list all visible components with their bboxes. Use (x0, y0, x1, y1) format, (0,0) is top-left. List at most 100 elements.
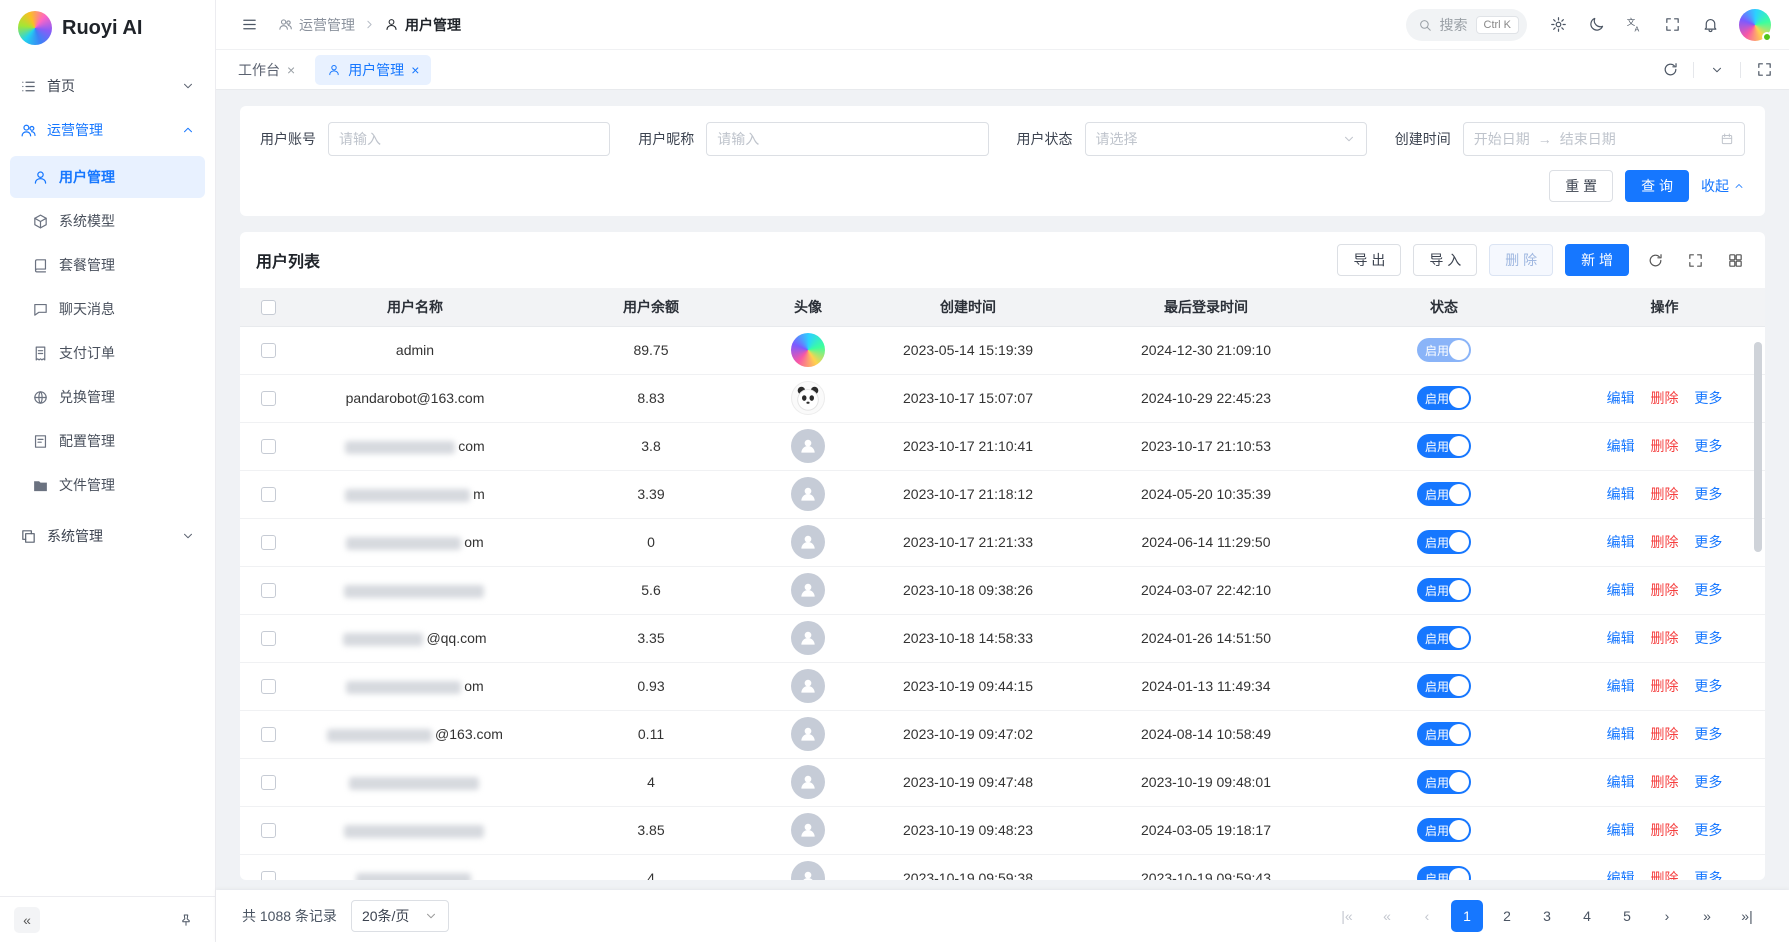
prev-page-button[interactable]: ‹ (1411, 900, 1443, 932)
date-range-input[interactable]: 开始日期 → 结束日期 (1463, 122, 1745, 156)
next-page-button[interactable]: › (1651, 900, 1683, 932)
edit-link[interactable]: 编辑 (1607, 870, 1635, 880)
more-link[interactable]: 更多 (1694, 870, 1722, 880)
sidebar-item-exchange-management[interactable]: 兑换管理 (10, 376, 205, 418)
edit-link[interactable]: 编辑 (1607, 534, 1635, 550)
translate-icon[interactable]: 文A (1619, 10, 1649, 40)
sidebar-item-user-management[interactable]: 用户管理 (10, 156, 205, 198)
row-checkbox[interactable] (261, 439, 276, 454)
close-icon[interactable]: × (287, 63, 295, 77)
dark-mode-icon[interactable] (1581, 10, 1611, 40)
edit-link[interactable]: 编辑 (1607, 390, 1635, 406)
delete-link[interactable]: 删除 (1651, 630, 1679, 646)
delete-link[interactable]: 删除 (1651, 678, 1679, 694)
fullscreen-icon[interactable] (1657, 10, 1687, 40)
status-toggle[interactable]: 启用 (1417, 626, 1471, 650)
row-checkbox[interactable] (261, 823, 276, 838)
sidebar-item-home[interactable]: 首页 (10, 64, 205, 108)
delete-link[interactable]: 删除 (1651, 486, 1679, 502)
row-checkbox[interactable] (261, 631, 276, 646)
row-checkbox[interactable] (261, 583, 276, 598)
row-checkbox[interactable] (261, 391, 276, 406)
sidebar-item-system-model[interactable]: 系统模型 (10, 200, 205, 242)
page-button[interactable]: 2 (1491, 900, 1523, 932)
status-toggle[interactable]: 启用 (1417, 386, 1471, 410)
expand-icon[interactable] (1749, 55, 1779, 85)
sidebar-item-file-management[interactable]: 文件管理 (10, 464, 205, 506)
account-input[interactable] (328, 122, 610, 156)
edit-link[interactable]: 编辑 (1607, 582, 1635, 598)
bell-icon[interactable] (1695, 10, 1725, 40)
edit-link[interactable]: 编辑 (1607, 438, 1635, 454)
page-button[interactable]: 3 (1531, 900, 1563, 932)
edit-link[interactable]: 编辑 (1607, 726, 1635, 742)
sidebar-item-config-management[interactable]: 配置管理 (10, 420, 205, 462)
more-link[interactable]: 更多 (1694, 630, 1722, 646)
row-checkbox[interactable] (261, 679, 276, 694)
delete-link[interactable]: 删除 (1651, 822, 1679, 838)
status-select[interactable]: 请选择 (1085, 122, 1367, 156)
status-toggle[interactable]: 启用 (1417, 578, 1471, 602)
export-button[interactable]: 导 出 (1337, 244, 1401, 276)
status-toggle[interactable]: 启用 (1417, 722, 1471, 746)
nickname-input[interactable] (706, 122, 988, 156)
more-link[interactable]: 更多 (1694, 390, 1722, 406)
status-toggle[interactable]: 启用 (1417, 770, 1471, 794)
edit-link[interactable]: 编辑 (1607, 486, 1635, 502)
status-toggle[interactable]: 启用 (1417, 434, 1471, 458)
page-size-select[interactable]: 20条/页 (351, 900, 449, 932)
row-checkbox[interactable] (261, 871, 276, 880)
edit-link[interactable]: 编辑 (1607, 822, 1635, 838)
more-link[interactable]: 更多 (1694, 678, 1722, 694)
select-all-checkbox[interactable] (261, 300, 276, 315)
sidebar-item-payment-orders[interactable]: 支付订单 (10, 332, 205, 374)
fullscreen-icon[interactable] (1681, 246, 1709, 274)
row-checkbox[interactable] (261, 487, 276, 502)
delete-link[interactable]: 删除 (1651, 534, 1679, 550)
status-toggle[interactable]: 启用 (1417, 338, 1471, 362)
close-icon[interactable]: × (411, 63, 419, 77)
status-toggle[interactable]: 启用 (1417, 674, 1471, 698)
prev-group-button[interactable]: « (1371, 900, 1403, 932)
row-checkbox[interactable] (261, 727, 276, 742)
menu-toggle-icon[interactable] (234, 10, 264, 40)
delete-button[interactable]: 删 除 (1489, 244, 1553, 276)
row-checkbox[interactable] (261, 343, 276, 358)
status-toggle[interactable]: 启用 (1417, 818, 1471, 842)
search-button[interactable]: 查 询 (1625, 170, 1689, 202)
more-link[interactable]: 更多 (1694, 822, 1722, 838)
delete-link[interactable]: 删除 (1651, 390, 1679, 406)
tab-workbench[interactable]: 工作台 × (226, 55, 307, 85)
collapse-filters-link[interactable]: 收起 (1701, 176, 1745, 196)
page-button[interactable]: 4 (1571, 900, 1603, 932)
delete-link[interactable]: 删除 (1651, 582, 1679, 598)
more-link[interactable]: 更多 (1694, 438, 1722, 454)
status-toggle[interactable]: 启用 (1417, 866, 1471, 880)
edit-link[interactable]: 编辑 (1607, 774, 1635, 790)
row-checkbox[interactable] (261, 535, 276, 550)
reset-button[interactable]: 重 置 (1549, 170, 1613, 202)
breadcrumb-operations[interactable]: 运营管理 (278, 15, 355, 35)
user-avatar[interactable] (1739, 9, 1771, 41)
more-link[interactable]: 更多 (1694, 582, 1722, 598)
add-button[interactable]: 新 增 (1565, 244, 1629, 276)
import-button[interactable]: 导 入 (1413, 244, 1477, 276)
sidebar-item-package-management[interactable]: 套餐管理 (10, 244, 205, 286)
last-page-button[interactable]: »| (1731, 900, 1763, 932)
scrollbar[interactable] (1754, 342, 1762, 552)
edit-link[interactable]: 编辑 (1607, 678, 1635, 694)
next-group-button[interactable]: » (1691, 900, 1723, 932)
delete-link[interactable]: 删除 (1651, 438, 1679, 454)
sidebar-item-operations[interactable]: 运营管理 (10, 108, 205, 152)
refresh-icon[interactable] (1655, 55, 1685, 85)
page-button[interactable]: 1 (1451, 900, 1483, 932)
refresh-icon[interactable] (1641, 246, 1669, 274)
column-settings-icon[interactable] (1721, 246, 1749, 274)
breadcrumb-user-management[interactable]: 用户管理 (384, 15, 461, 35)
delete-link[interactable]: 删除 (1651, 726, 1679, 742)
delete-link[interactable]: 删除 (1651, 870, 1679, 880)
search-input[interactable]: 搜索 Ctrl K (1406, 9, 1528, 41)
row-checkbox[interactable] (261, 775, 276, 790)
tab-user-management[interactable]: 用户管理 × (315, 55, 431, 85)
delete-link[interactable]: 删除 (1651, 774, 1679, 790)
